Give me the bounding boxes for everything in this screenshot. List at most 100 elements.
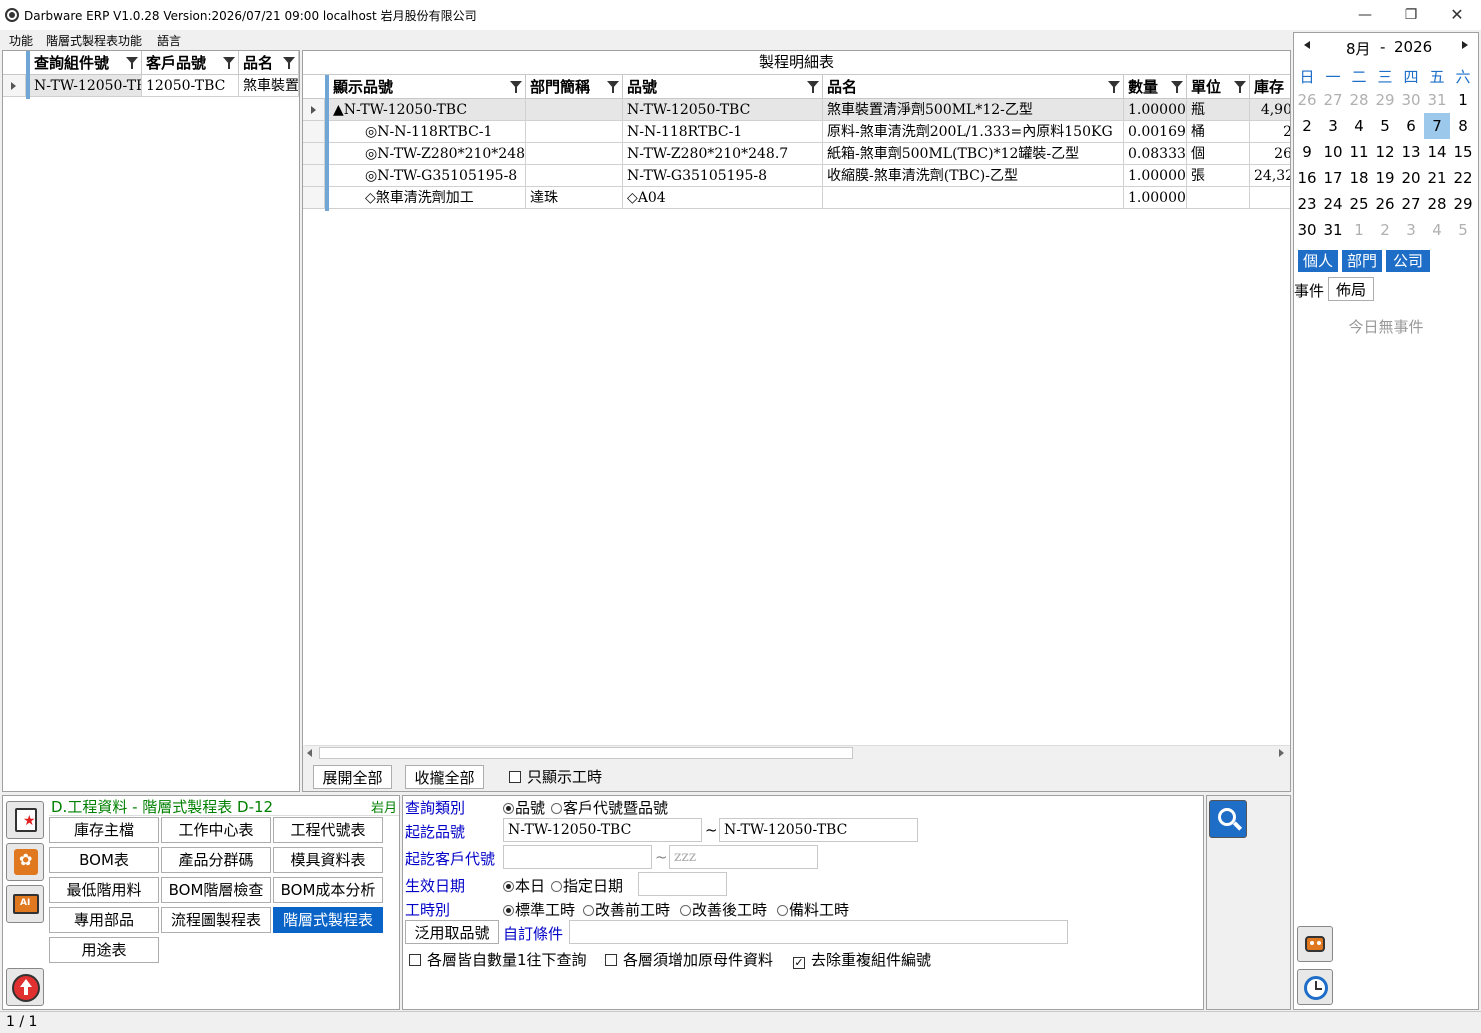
menu-language[interactable]: 語言 [157,32,181,49]
table-cell[interactable]: 個 [1187,143,1250,165]
table-cell[interactable] [1187,187,1250,209]
table-cell[interactable] [526,165,623,187]
generic-item-button[interactable]: 泛用取品號 [405,920,499,944]
filter-icon[interactable] [1234,81,1246,93]
calendar-day[interactable]: 2 [1372,217,1398,243]
calendar-day[interactable]: 26 [1372,191,1398,217]
nav-bom-level-check[interactable]: BOM階層檢查 [161,877,271,903]
nav-lowest-level[interactable]: 最低階用料 [49,877,159,903]
calendar-day[interactable]: 30 [1398,87,1424,113]
collapse-all-button[interactable]: 收攏全部 [405,765,484,789]
chk-remove-duplicate[interactable]: ✓ 去除重複組件編號 [793,949,931,970]
col-header-item-no[interactable]: 品號 [623,75,823,99]
table-cell[interactable] [1250,187,1290,209]
calendar-day[interactable]: 23 [1294,191,1320,217]
nav-mold-data[interactable]: 模具資料表 [273,847,383,873]
query-type-radio-item[interactable]: 品號 [503,797,545,818]
restore-icon[interactable]: ❐ [1388,0,1434,30]
radio-icon[interactable] [503,905,514,916]
table-cell[interactable]: N-TW-12050-TB [30,75,142,97]
calendar-day[interactable]: 16 [1294,165,1320,191]
calendar-day[interactable]: 3 [1320,113,1346,139]
calendar-day[interactable]: 24 [1320,191,1346,217]
col-header-item-name[interactable]: 品名 [823,75,1124,99]
hours-radio-after[interactable]: 改善後工時 [680,899,767,920]
calendar-day[interactable]: 21 [1424,165,1450,191]
nav-bom[interactable]: BOM表 [49,847,159,873]
col-header-stock[interactable]: 庫存 [1250,75,1290,99]
row-selector[interactable] [303,143,325,165]
table-cell[interactable] [526,99,623,121]
robot-icon[interactable] [1297,926,1333,962]
hours-radio-prep[interactable]: 備料工時 [777,899,849,920]
nav-process-code[interactable]: 工程代號表 [273,817,383,843]
customer-to-input[interactable]: zzz [669,845,818,869]
calendar-day[interactable]: 25 [1346,191,1372,217]
filter-icon[interactable] [1108,81,1120,93]
nav-work-center[interactable]: 工作中心表 [161,817,271,843]
row-selector[interactable] [303,99,325,121]
filter-icon[interactable] [1171,81,1183,93]
tab-department[interactable]: 部門 [1342,250,1382,272]
calendar-day[interactable]: 17 [1320,165,1346,191]
hours-radio-standard[interactable]: 標準工時 [503,899,575,920]
flower-icon[interactable]: ✿ [6,843,44,881]
hours-radio-before[interactable]: 改善前工時 [583,899,670,920]
calendar-day[interactable]: 11 [1346,139,1372,165]
checkbox-checked-icon[interactable]: ✓ [793,957,805,969]
table-cell[interactable]: ◎N-TW-Z280*210*248. [329,143,526,165]
col-header-qty[interactable]: 數量 [1124,75,1187,99]
scroll-up-icon[interactable] [6,968,44,1006]
calendar-day[interactable]: 27 [1398,191,1424,217]
table-cell[interactable]: 1.00000 [1124,165,1187,187]
calendar-day[interactable]: 5 [1372,113,1398,139]
custom-condition-input[interactable] [569,920,1068,944]
table-cell[interactable]: N-N-118RTBC-1 [623,121,823,143]
calendar-day[interactable]: 28 [1424,191,1450,217]
table-cell[interactable]: 張 [1187,165,1250,187]
nav-stock-master[interactable]: 庫存主檔 [49,817,159,843]
prev-month-icon[interactable] [1304,41,1310,49]
tab-personal[interactable]: 個人 [1298,250,1338,272]
table-cell[interactable]: ◇煞車清洗劑加工 [329,187,526,209]
col-header-unit[interactable]: 單位 [1187,75,1250,99]
table-cell[interactable]: ◎N-TW-G35105195-8 [329,165,526,187]
chk-add-parent-info[interactable]: 各層須增加原母件資料 [605,949,773,970]
calendar-day[interactable]: 18 [1346,165,1372,191]
calendar-day[interactable]: 10 [1320,139,1346,165]
calendar-day[interactable]: 29 [1450,191,1476,217]
calendar-day[interactable]: 13 [1398,139,1424,165]
calendar-day[interactable]: 1 [1346,217,1372,243]
filter-icon[interactable] [283,57,295,69]
calendar-day[interactable]: 1 [1450,87,1476,113]
col-header-item-name[interactable]: 品名 [239,51,299,75]
nav-hier-process[interactable]: 階層式製程表 [273,907,383,933]
effdate-input[interactable] [638,872,727,896]
calendar-day[interactable]: 6 [1398,113,1424,139]
row-selector[interactable] [303,121,325,143]
tab-company[interactable]: 公司 [1386,250,1430,272]
only-hours-checkbox[interactable]: 只顯示工時 [509,766,602,787]
table-cell[interactable]: ◇A04 [623,187,823,209]
ai-icon[interactable]: AI [6,885,44,923]
table-cell[interactable]: 煞車裝置清淨劑500ML*12-乙型 [823,99,1124,121]
col-header-component[interactable]: 查詢組件號 [30,51,142,75]
clock-icon[interactable] [1297,969,1333,1005]
effdate-radio-specified[interactable]: 指定日期 [551,875,623,896]
radio-icon[interactable] [680,905,691,916]
checkbox-icon[interactable] [409,954,421,966]
table-cell[interactable]: 12050-TBC [142,75,239,97]
nav-flowchart-process[interactable]: 流程圖製程表 [161,907,271,933]
horizontal-scrollbar[interactable] [305,745,1290,760]
calendar-year[interactable]: 2026 [1394,38,1432,56]
calendar-day[interactable]: 7 [1424,113,1450,139]
table-cell[interactable]: 煞車裝置 [239,75,299,97]
menu-function[interactable]: 功能 [9,32,33,49]
table-cell[interactable]: 0.08333 [1124,143,1187,165]
table-cell[interactable]: ◎N-N-118RTBC-1 [329,121,526,143]
search-icon[interactable] [1209,800,1247,838]
filter-icon[interactable] [807,81,819,93]
scroll-left-icon[interactable] [307,749,312,757]
calendar-day[interactable]: 30 [1294,217,1320,243]
next-month-icon[interactable] [1462,41,1468,49]
